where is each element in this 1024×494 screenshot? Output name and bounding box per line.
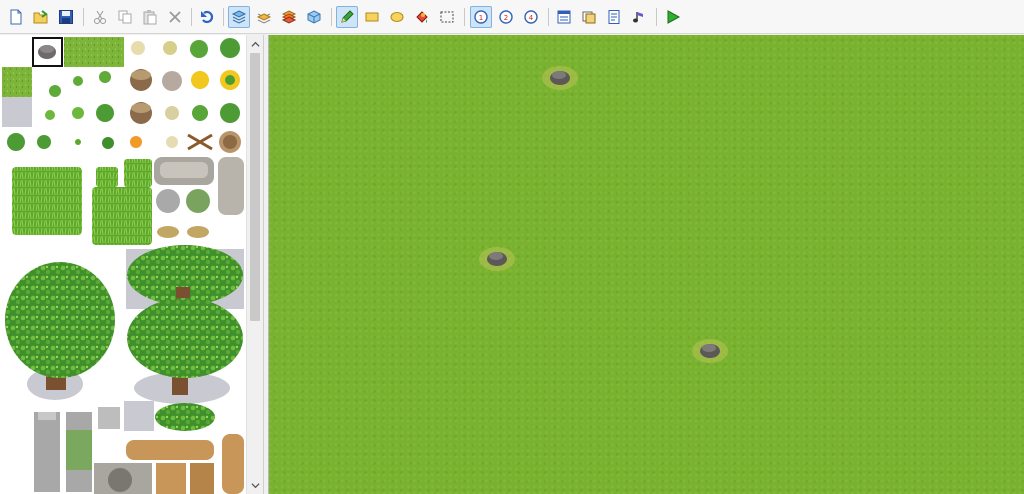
tileset-grid[interactable] (0, 35, 246, 494)
save-button[interactable] (55, 6, 77, 28)
pencil-tool-button[interactable] (336, 6, 358, 28)
zoom-actual-icon: 4 (524, 10, 538, 24)
layer-1-button[interactable] (228, 6, 250, 28)
rectangle-icon (365, 12, 379, 22)
scroll-down-button[interactable] (247, 477, 263, 493)
zoom-in-icon: 1 (474, 10, 488, 24)
stump-object (692, 339, 728, 363)
event-layer-button[interactable] (303, 6, 325, 28)
tileset-palette (0, 35, 264, 494)
select-icon (440, 11, 454, 23)
rectangle-tool-button[interactable] (361, 6, 383, 28)
copy-button[interactable] (114, 6, 136, 28)
chevron-down-icon (250, 482, 260, 488)
resource-manager-button[interactable] (578, 6, 600, 28)
database-icon (557, 10, 571, 24)
ellipse-icon (390, 12, 404, 22)
zoom-out-button[interactable]: 2 (495, 6, 517, 28)
stump-object (542, 66, 578, 90)
zoom-in-button[interactable]: 1 (470, 6, 492, 28)
delete-icon (169, 11, 181, 23)
zoom-actual-button[interactable]: 4 (520, 6, 542, 28)
paste-icon (143, 10, 157, 25)
layer-3-button[interactable] (278, 6, 300, 28)
sound-test-button[interactable] (628, 6, 650, 28)
map-canvas[interactable] (268, 35, 1024, 494)
undo-button[interactable] (196, 6, 218, 28)
scrollbar-thumb[interactable] (250, 53, 260, 321)
resource-manager-icon (582, 11, 596, 24)
script-editor-button[interactable] (603, 6, 625, 28)
new-file-button[interactable] (5, 6, 27, 28)
svg-text:4: 4 (529, 14, 534, 22)
zoom-out-icon: 2 (499, 10, 513, 24)
database-button[interactable] (553, 6, 575, 28)
fill-tool-button[interactable] (411, 6, 433, 28)
stump-object (479, 247, 515, 271)
fill-icon (416, 11, 428, 23)
svg-text:1: 1 (479, 14, 483, 22)
paste-button[interactable] (139, 6, 161, 28)
play-test-icon (667, 10, 681, 24)
open-project-button[interactable] (30, 6, 52, 28)
layer-1-icon (231, 10, 247, 24)
play-test-button[interactable] (662, 6, 684, 28)
delete-button[interactable] (164, 6, 186, 28)
script-editor-icon (608, 10, 620, 24)
save-icon (59, 10, 73, 24)
svg-text:2: 2 (504, 14, 508, 22)
layer-3-icon (281, 10, 297, 24)
main-toolbar: 1 2 4 (0, 0, 1024, 34)
open-project-icon (33, 10, 48, 24)
chevron-up-icon (250, 41, 260, 47)
scroll-up-button[interactable] (247, 36, 263, 52)
pencil-icon (341, 10, 354, 23)
sound-test-icon (633, 12, 643, 23)
select-tool-button[interactable] (436, 6, 458, 28)
undo-icon (201, 10, 214, 24)
ellipse-tool-button[interactable] (386, 6, 408, 28)
cut-button[interactable] (89, 6, 111, 28)
cut-icon (94, 10, 106, 24)
layer-2-icon (256, 13, 272, 24)
new-file-icon (10, 9, 22, 25)
layer-2-button[interactable] (253, 6, 275, 28)
copy-icon (118, 10, 132, 24)
palette-scrollbar[interactable] (246, 35, 263, 494)
event-layer-icon (307, 10, 321, 24)
